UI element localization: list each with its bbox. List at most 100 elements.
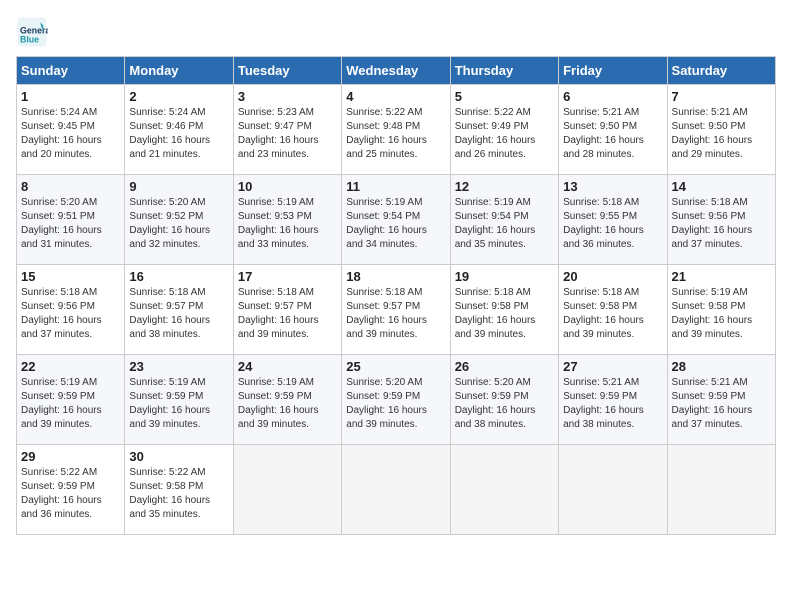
day-info: Sunrise: 5:19 AM Sunset: 9:59 PM Dayligh…	[238, 376, 337, 432]
day-info: Sunrise: 5:23 AM Sunset: 9:47 PM Dayligh…	[238, 106, 337, 162]
day-info: Sunrise: 5:22 AM Sunset: 9:58 PM Dayligh…	[129, 466, 228, 522]
calendar-week-row: 29Sunrise: 5:22 AM Sunset: 9:59 PM Dayli…	[17, 445, 776, 535]
day-number: 26	[455, 359, 554, 374]
day-number: 3	[238, 89, 337, 104]
day-info: Sunrise: 5:20 AM Sunset: 9:59 PM Dayligh…	[455, 376, 554, 432]
calendar-day-cell: 19Sunrise: 5:18 AM Sunset: 9:58 PM Dayli…	[450, 265, 558, 355]
svg-text:Blue: Blue	[20, 34, 39, 44]
calendar-day-cell: 30 Sunrise: 5:22 AM Sunset: 9:58 PM Dayli…	[125, 445, 233, 535]
calendar-day-cell: 18 Sunrise: 5:18 AM Sunset: 9:57 PM Dayli…	[342, 265, 450, 355]
day-number: 24	[238, 359, 337, 374]
day-info: Sunrise: 5:18 AM Sunset: 9:56 PM Dayligh…	[672, 196, 771, 252]
calendar-week-row: 22 Sunrise: 5:19 AM Sunset: 9:59 PM Dayli…	[17, 355, 776, 445]
day-number: 11	[346, 179, 445, 194]
day-info: Sunrise: 5:24 AM Sunset: 9:46 PM Dayligh…	[129, 106, 228, 162]
day-info: Sunrise: 5:19 AM Sunset: 9:53 PM Dayligh…	[238, 196, 337, 252]
calendar-header-row: Sunday Monday Tuesday Wednesday Thursday…	[17, 57, 776, 85]
calendar-day-cell: 3 Sunrise: 5:23 AM Sunset: 9:47 PM Daylig…	[233, 85, 341, 175]
col-monday: Monday	[125, 57, 233, 85]
calendar-day-cell: 21Sunrise: 5:19 AM Sunset: 9:58 PM Dayli…	[667, 265, 775, 355]
day-number: 10	[238, 179, 337, 194]
day-number: 13	[563, 179, 662, 194]
calendar-day-cell: 4Sunrise: 5:22 AM Sunset: 9:48 PM Daylig…	[342, 85, 450, 175]
logo: General Blue	[16, 16, 52, 48]
calendar-day-cell: 1 Sunrise: 5:24 AM Sunset: 9:45 PM Daylig…	[17, 85, 125, 175]
calendar-day-cell: 2Sunrise: 5:24 AM Sunset: 9:46 PM Daylig…	[125, 85, 233, 175]
day-info: Sunrise: 5:21 AM Sunset: 9:59 PM Dayligh…	[672, 376, 771, 432]
calendar-day-cell: 6Sunrise: 5:21 AM Sunset: 9:50 PM Daylig…	[559, 85, 667, 175]
page-header: General Blue	[16, 16, 776, 48]
day-info: Sunrise: 5:22 AM Sunset: 9:48 PM Dayligh…	[346, 106, 445, 162]
day-number: 22	[21, 359, 120, 374]
day-info: Sunrise: 5:19 AM Sunset: 9:59 PM Dayligh…	[21, 376, 120, 432]
calendar-day-cell: 26 Sunrise: 5:20 AM Sunset: 9:59 PM Dayli…	[450, 355, 558, 445]
calendar-day-cell	[342, 445, 450, 535]
day-info: Sunrise: 5:18 AM Sunset: 9:57 PM Dayligh…	[129, 286, 228, 342]
col-sunday: Sunday	[17, 57, 125, 85]
day-number: 27	[563, 359, 662, 374]
calendar-day-cell	[559, 445, 667, 535]
calendar-table: Sunday Monday Tuesday Wednesday Thursday…	[16, 56, 776, 535]
day-info: Sunrise: 5:19 AM Sunset: 9:54 PM Dayligh…	[455, 196, 554, 252]
day-number: 1	[21, 89, 120, 104]
day-number: 25	[346, 359, 445, 374]
calendar-day-cell: 28 Sunrise: 5:21 AM Sunset: 9:59 PM Dayli…	[667, 355, 775, 445]
day-info: Sunrise: 5:19 AM Sunset: 9:59 PM Dayligh…	[129, 376, 228, 432]
day-number: 14	[672, 179, 771, 194]
col-friday: Friday	[559, 57, 667, 85]
day-number: 8	[21, 179, 120, 194]
calendar-day-cell: 16Sunrise: 5:18 AM Sunset: 9:57 PM Dayli…	[125, 265, 233, 355]
calendar-day-cell: 10 Sunrise: 5:19 AM Sunset: 9:53 PM Dayli…	[233, 175, 341, 265]
day-info: Sunrise: 5:22 AM Sunset: 9:49 PM Dayligh…	[455, 106, 554, 162]
calendar-day-cell: 29Sunrise: 5:22 AM Sunset: 9:59 PM Dayli…	[17, 445, 125, 535]
day-number: 21	[672, 269, 771, 284]
day-info: Sunrise: 5:21 AM Sunset: 9:50 PM Dayligh…	[563, 106, 662, 162]
calendar-week-row: 8 Sunrise: 5:20 AM Sunset: 9:51 PM Daylig…	[17, 175, 776, 265]
calendar-day-cell: 11 Sunrise: 5:19 AM Sunset: 9:54 PM Dayli…	[342, 175, 450, 265]
col-tuesday: Tuesday	[233, 57, 341, 85]
calendar-day-cell: 9 Sunrise: 5:20 AM Sunset: 9:52 PM Daylig…	[125, 175, 233, 265]
day-info: Sunrise: 5:18 AM Sunset: 9:57 PM Dayligh…	[346, 286, 445, 342]
calendar-day-cell: 12 Sunrise: 5:19 AM Sunset: 9:54 PM Dayli…	[450, 175, 558, 265]
day-number: 9	[129, 179, 228, 194]
calendar-day-cell: 5 Sunrise: 5:22 AM Sunset: 9:49 PM Daylig…	[450, 85, 558, 175]
col-wednesday: Wednesday	[342, 57, 450, 85]
day-info: Sunrise: 5:22 AM Sunset: 9:59 PM Dayligh…	[21, 466, 120, 522]
day-info: Sunrise: 5:18 AM Sunset: 9:58 PM Dayligh…	[563, 286, 662, 342]
day-info: Sunrise: 5:21 AM Sunset: 9:59 PM Dayligh…	[563, 376, 662, 432]
calendar-day-cell	[667, 445, 775, 535]
calendar-day-cell: 25 Sunrise: 5:20 AM Sunset: 9:59 PM Dayli…	[342, 355, 450, 445]
day-info: Sunrise: 5:20 AM Sunset: 9:59 PM Dayligh…	[346, 376, 445, 432]
calendar-day-cell: 27 Sunrise: 5:21 AM Sunset: 9:59 PM Dayli…	[559, 355, 667, 445]
calendar-day-cell	[450, 445, 558, 535]
day-info: Sunrise: 5:18 AM Sunset: 9:56 PM Dayligh…	[21, 286, 120, 342]
day-info: Sunrise: 5:19 AM Sunset: 9:54 PM Dayligh…	[346, 196, 445, 252]
calendar-day-cell: 20 Sunrise: 5:18 AM Sunset: 9:58 PM Dayli…	[559, 265, 667, 355]
calendar-day-cell: 7Sunrise: 5:21 AM Sunset: 9:50 PM Daylig…	[667, 85, 775, 175]
calendar-week-row: 1 Sunrise: 5:24 AM Sunset: 9:45 PM Daylig…	[17, 85, 776, 175]
day-info: Sunrise: 5:20 AM Sunset: 9:51 PM Dayligh…	[21, 196, 120, 252]
day-info: Sunrise: 5:24 AM Sunset: 9:45 PM Dayligh…	[21, 106, 120, 162]
calendar-day-cell: 22 Sunrise: 5:19 AM Sunset: 9:59 PM Dayli…	[17, 355, 125, 445]
day-info: Sunrise: 5:18 AM Sunset: 9:57 PM Dayligh…	[238, 286, 337, 342]
calendar-day-cell: 14 Sunrise: 5:18 AM Sunset: 9:56 PM Dayli…	[667, 175, 775, 265]
day-number: 20	[563, 269, 662, 284]
day-number: 7	[672, 89, 771, 104]
calendar-day-cell: 23 Sunrise: 5:19 AM Sunset: 9:59 PM Dayli…	[125, 355, 233, 445]
day-number: 12	[455, 179, 554, 194]
day-number: 5	[455, 89, 554, 104]
day-number: 30	[129, 449, 228, 464]
calendar-day-cell: 8 Sunrise: 5:20 AM Sunset: 9:51 PM Daylig…	[17, 175, 125, 265]
day-info: Sunrise: 5:18 AM Sunset: 9:58 PM Dayligh…	[455, 286, 554, 342]
calendar-day-cell: 24 Sunrise: 5:19 AM Sunset: 9:59 PM Dayli…	[233, 355, 341, 445]
day-number: 23	[129, 359, 228, 374]
calendar-week-row: 15Sunrise: 5:18 AM Sunset: 9:56 PM Dayli…	[17, 265, 776, 355]
calendar-day-cell: 13Sunrise: 5:18 AM Sunset: 9:55 PM Dayli…	[559, 175, 667, 265]
calendar-day-cell: 17Sunrise: 5:18 AM Sunset: 9:57 PM Dayli…	[233, 265, 341, 355]
day-number: 28	[672, 359, 771, 374]
col-saturday: Saturday	[667, 57, 775, 85]
day-number: 18	[346, 269, 445, 284]
calendar-day-cell: 15Sunrise: 5:18 AM Sunset: 9:56 PM Dayli…	[17, 265, 125, 355]
col-thursday: Thursday	[450, 57, 558, 85]
day-info: Sunrise: 5:20 AM Sunset: 9:52 PM Dayligh…	[129, 196, 228, 252]
